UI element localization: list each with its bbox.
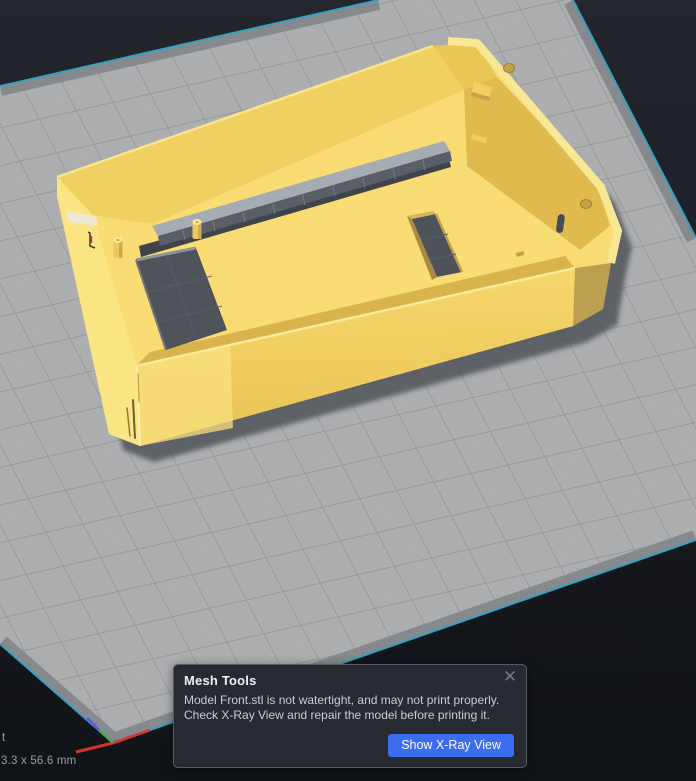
x-axis-line <box>75 741 114 754</box>
screw-hole <box>580 199 592 209</box>
screw-hole <box>503 63 515 73</box>
show-xray-view-button[interactable]: Show X-Ray View <box>388 734 514 757</box>
standoff-peg <box>113 237 123 258</box>
dialog-message-line2: Check X-Ray View and repair the model be… <box>184 708 490 722</box>
dialog-title: Mesh Tools <box>184 673 257 688</box>
slicer-app-window: Mesh Tools ✕ Model Front.stl is not wate… <box>0 0 696 781</box>
mesh-tools-dialog: Mesh Tools ✕ Model Front.stl is not wate… <box>173 664 527 768</box>
model-dimensions-label: 3.3 x 56.6 mm <box>1 755 77 767</box>
dialog-message-line1: Model Front.stl is not watertight, and m… <box>184 693 500 707</box>
model-name-truncated: t <box>2 732 6 744</box>
standoff-peg <box>192 219 202 239</box>
close-icon[interactable]: ✕ <box>500 667 520 687</box>
